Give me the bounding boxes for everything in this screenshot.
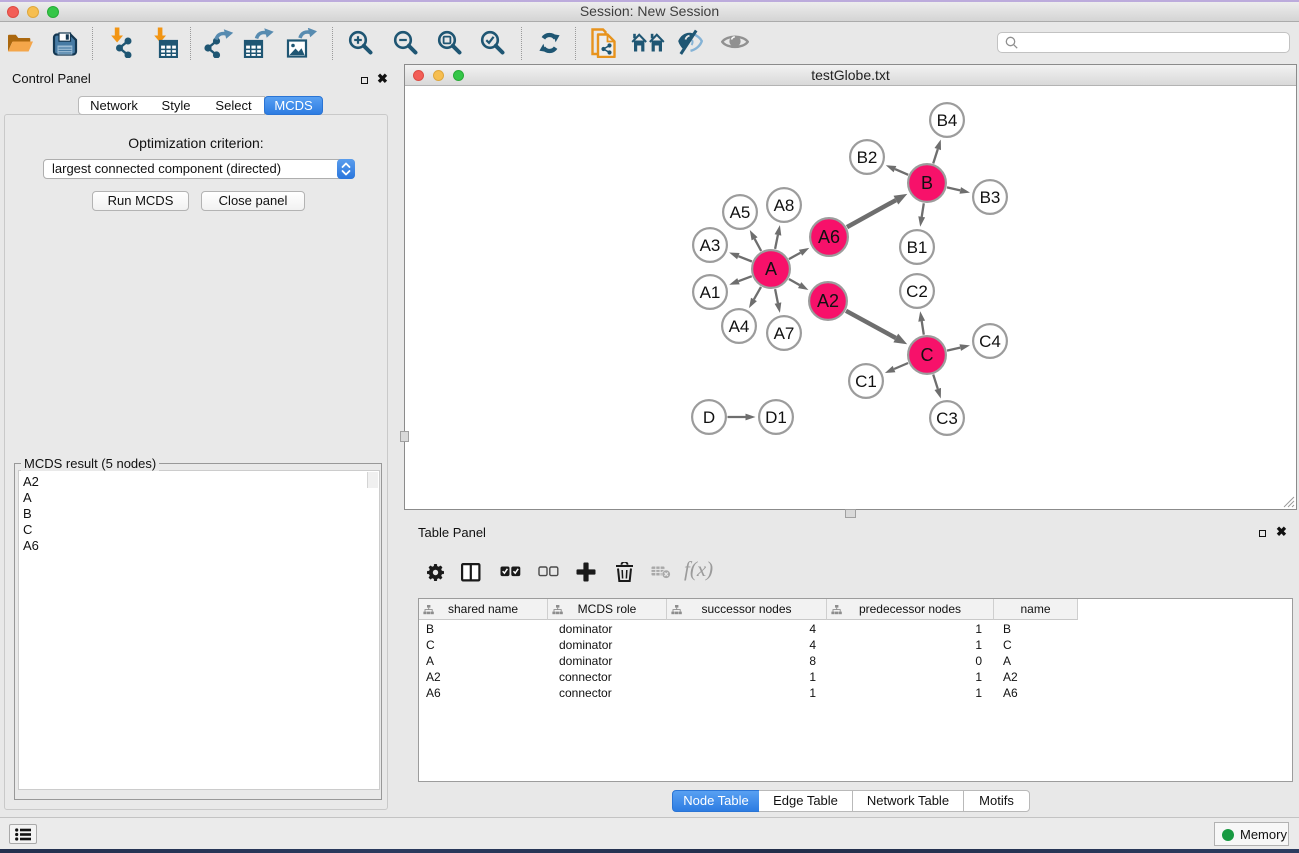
svg-text:B4: B4 bbox=[937, 111, 958, 130]
svg-text:B: B bbox=[921, 173, 933, 193]
svg-text:B1: B1 bbox=[907, 238, 928, 257]
svg-text:D: D bbox=[703, 408, 715, 427]
svg-text:C4: C4 bbox=[979, 332, 1001, 351]
svg-text:A4: A4 bbox=[729, 317, 750, 336]
svg-text:A8: A8 bbox=[774, 196, 795, 215]
svg-text:C1: C1 bbox=[855, 372, 877, 391]
svg-text:A5: A5 bbox=[730, 203, 751, 222]
svg-text:C2: C2 bbox=[906, 282, 928, 301]
svg-text:A7: A7 bbox=[774, 324, 795, 343]
svg-text:A6: A6 bbox=[818, 227, 840, 247]
svg-text:C3: C3 bbox=[936, 409, 958, 428]
svg-text:A3: A3 bbox=[700, 236, 721, 255]
svg-text:D1: D1 bbox=[765, 408, 787, 427]
svg-text:A: A bbox=[765, 259, 777, 279]
svg-text:A1: A1 bbox=[700, 283, 721, 302]
svg-text:B3: B3 bbox=[980, 188, 1001, 207]
svg-text:B2: B2 bbox=[857, 148, 878, 167]
svg-text:A2: A2 bbox=[817, 291, 839, 311]
svg-text:C: C bbox=[921, 345, 934, 365]
